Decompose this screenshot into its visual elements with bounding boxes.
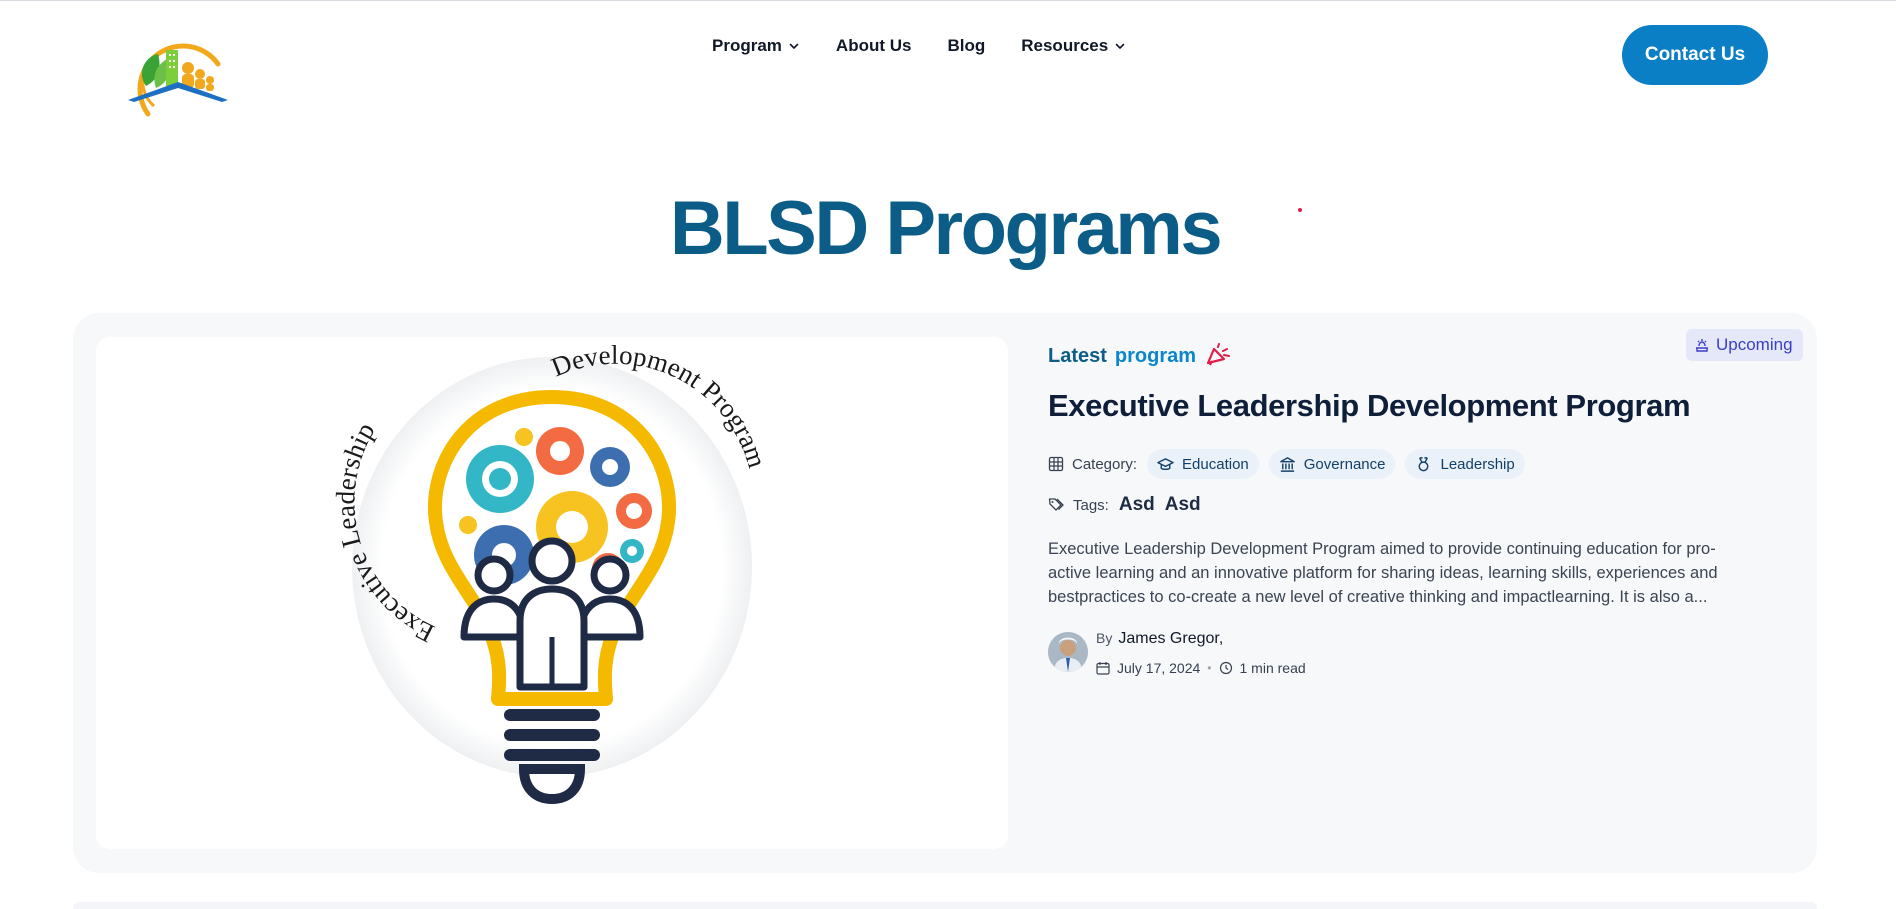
category-chip-governance[interactable]: Governance	[1268, 449, 1396, 479]
author-byline: By James Gregor,	[1096, 630, 1223, 648]
tag-link[interactable]: Asd	[1119, 494, 1155, 516]
nav-blog[interactable]: Blog	[947, 36, 985, 56]
upcoming-icon	[1696, 339, 1708, 352]
nav-program[interactable]: Program	[712, 36, 800, 56]
clock-icon	[1219, 661, 1232, 675]
category-label: Category:	[1072, 455, 1138, 473]
top-border	[0, 0, 1896, 1]
program-title[interactable]: Executive Leadership Development Program	[1048, 388, 1691, 424]
category-chip-label: Education	[1182, 455, 1249, 473]
post-meta: July 17, 2024 • 1 min read	[1096, 660, 1306, 676]
category-chip-education[interactable]: Education	[1147, 449, 1259, 479]
main-nav: Program About Us Blog Resources	[712, 32, 1162, 60]
author-name[interactable]: James Gregor,	[1118, 630, 1223, 647]
nav-program-label: Program	[712, 36, 782, 55]
chevron-down-icon	[789, 43, 799, 49]
program-excerpt: Executive Leadership Development Program…	[1048, 540, 1718, 606]
bank-icon	[1279, 456, 1295, 472]
contact-us-button[interactable]: Contact Us	[1622, 25, 1768, 85]
program-word: program	[1114, 344, 1197, 367]
page-title: BLSD Programs	[669, 186, 1223, 271]
tags-icon	[1048, 498, 1064, 511]
chevron-down-icon	[1115, 43, 1125, 49]
tags-row: Tags: Asd Asd	[1048, 494, 1201, 516]
nav-about-us[interactable]: About Us	[836, 36, 912, 56]
nav-about-us-label: About Us	[835, 36, 912, 55]
category-chip-label: Leadership	[1440, 455, 1515, 473]
grid-icon	[1048, 456, 1064, 472]
category-chip-label: Governance	[1303, 455, 1386, 473]
tag-link[interactable]: Asd	[1165, 494, 1201, 516]
latest-word: Latest	[1048, 344, 1107, 367]
tags-label: Tags:	[1073, 496, 1109, 514]
decorative-dot	[1298, 208, 1302, 212]
nav-resources[interactable]: Resources	[1021, 36, 1126, 56]
by-label: By	[1096, 630, 1113, 646]
nav-blog-label: Blog	[947, 36, 986, 55]
graduation-cap-icon	[1157, 457, 1174, 470]
read-time: 1 min read	[1239, 660, 1306, 676]
program-image[interactable]: Executive Leadership Development Program	[96, 337, 1008, 849]
award-icon	[1419, 456, 1429, 471]
status-badge-label: Upcoming	[1716, 335, 1793, 354]
category-chip-leadership[interactable]: Leadership	[1405, 449, 1525, 479]
author-avatar[interactable]	[1048, 632, 1088, 672]
calendar-icon	[1096, 662, 1110, 675]
next-card-edge	[73, 902, 1817, 909]
post-date: July 17, 2024	[1117, 660, 1201, 676]
latest-program-heading: Latest program	[1048, 343, 1231, 369]
megaphone-icon	[1206, 343, 1231, 366]
nav-resources-label: Resources	[1021, 36, 1109, 55]
status-badge[interactable]: Upcoming	[1686, 329, 1803, 361]
separator-dot: •	[1207, 661, 1212, 675]
site-logo[interactable]	[126, 34, 230, 126]
category-row: Category: Education Governance Leadershi…	[1048, 449, 1525, 479]
